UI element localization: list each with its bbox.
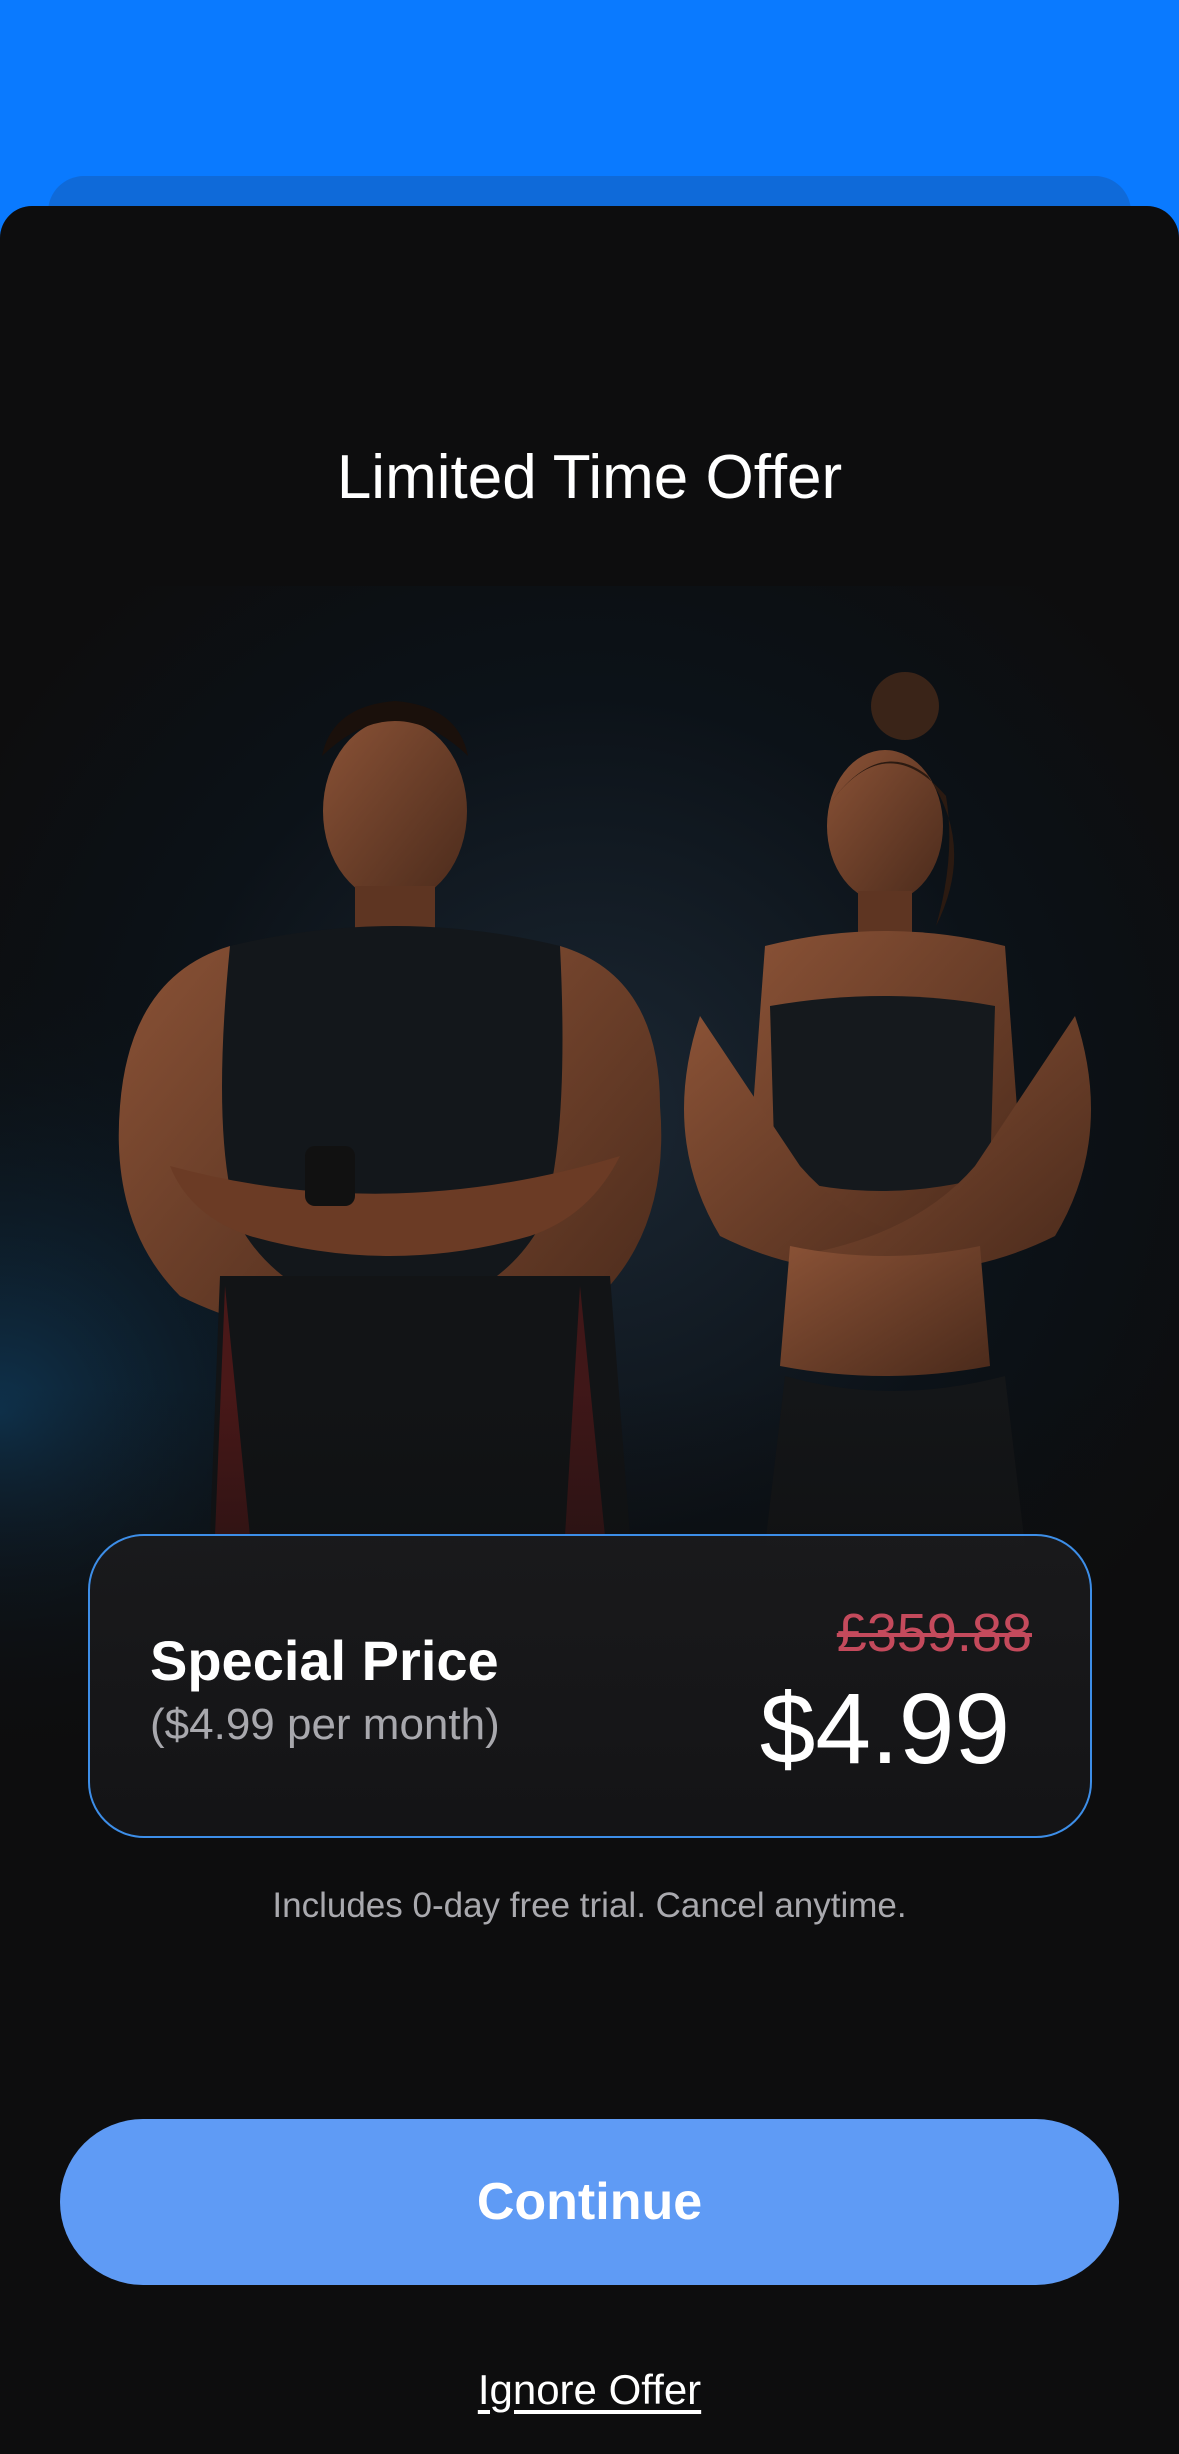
per-month-price: ($4.99 per month) xyxy=(150,1700,500,1749)
ignore-offer-link[interactable]: Ignore Offer xyxy=(0,2366,1179,2414)
offer-sheet: Limited Time Offer Special Price ($4.99 … xyxy=(0,206,1179,2454)
trial-note: Includes 0-day free trial. Cancel anytim… xyxy=(272,1886,907,1925)
original-price: £359.88 xyxy=(836,1603,1032,1663)
special-price-card[interactable]: Special Price ($4.99 per month) £359.88 … xyxy=(88,1534,1092,1838)
page-title: Limited Time Offer xyxy=(336,443,843,512)
special-price-label: Special Price xyxy=(150,1629,499,1692)
continue-button[interactable]: Continue xyxy=(60,2119,1119,2285)
discounted-price: $4.99 xyxy=(759,1673,1010,1785)
